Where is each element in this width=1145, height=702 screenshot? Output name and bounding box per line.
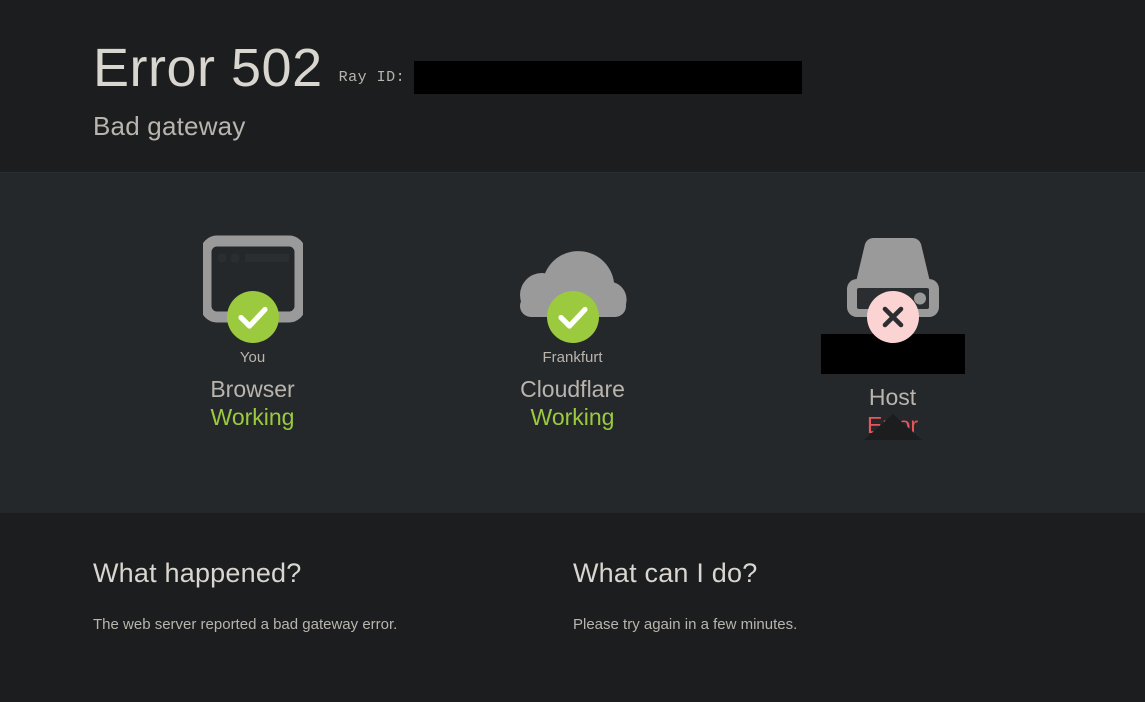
- host-node-name: Host: [868, 384, 917, 410]
- what-happened-title: What happened?: [93, 558, 302, 588]
- browser-node-name: Browser: [210, 376, 295, 402]
- browser-status-text: Working: [210, 404, 295, 430]
- page-title: Error 502: [93, 38, 323, 98]
- error-pointer-notch: [863, 414, 922, 440]
- error-description: Bad gateway: [93, 111, 246, 141]
- error-badge-icon: [866, 291, 919, 343]
- browser-location-label: You: [239, 349, 266, 366]
- cloud-icon-container: [413, 231, 733, 343]
- check-badge-icon: [226, 291, 279, 343]
- status-column-host: Host Error: [733, 231, 1053, 440]
- header-top-row: Error 502 Ray ID:: [93, 40, 1145, 99]
- what-happened-body: The web server reported a bad gateway er…: [93, 616, 398, 633]
- explanation-what-happened: What happened? The web server reported a…: [93, 558, 573, 637]
- page-header: Error 502 Ray ID: Bad gateway: [0, 0, 1145, 172]
- ray-id-group: Ray ID:: [339, 61, 803, 94]
- cloudflare-status-text: Working: [530, 404, 615, 430]
- status-band: You Browser Working Frankfurt Cloudflare…: [0, 172, 1145, 513]
- ray-id-label: Ray ID:: [338, 69, 406, 86]
- server-icon-container: [733, 231, 1053, 343]
- what-can-i-do-title: What can I do?: [573, 558, 758, 588]
- status-column-browser: You Browser Working: [93, 231, 413, 439]
- cloudflare-node-name: Cloudflare: [520, 376, 625, 402]
- cloudflare-location-label: Frankfurt: [542, 349, 603, 366]
- error-page: Error 502 Ray ID: Bad gateway You Browse…: [0, 0, 1145, 702]
- explanation-what-can-i-do: What can I do? Please try again in a few…: [573, 558, 1053, 637]
- status-columns: You Browser Working Frankfurt Cloudflare…: [0, 173, 1145, 440]
- ray-id-value-redacted: [414, 61, 803, 94]
- explanation-band: What happened? The web server reported a…: [0, 513, 1145, 637]
- check-badge-icon: [546, 291, 599, 343]
- what-can-i-do-body: Please try again in a few minutes.: [573, 616, 798, 633]
- status-column-cloudflare: Frankfurt Cloudflare Working: [413, 231, 733, 439]
- browser-icon-container: [93, 231, 413, 343]
